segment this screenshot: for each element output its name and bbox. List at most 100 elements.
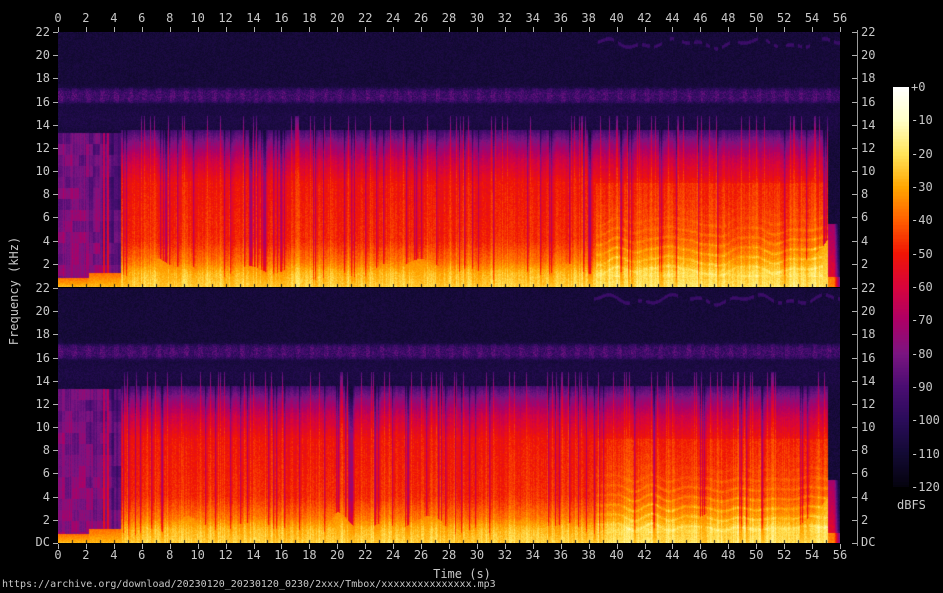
x-tick-label: 44 <box>665 11 680 25</box>
y-tick-label: 6 <box>861 466 869 480</box>
x-tick-label: 14 <box>246 548 261 562</box>
y-tick-label: 10 <box>35 164 50 178</box>
y-tick-label: 16 <box>35 351 50 365</box>
x-tick-label: 26 <box>413 11 429 25</box>
x-tick <box>840 27 841 32</box>
y-tick-label: 6 <box>42 210 50 224</box>
x-tick-label: 42 <box>637 548 652 562</box>
colorbar-tick-label: -60 <box>911 280 933 294</box>
x-tick-label: 32 <box>497 548 513 562</box>
y-tick <box>53 543 58 544</box>
colorbar-tick-label: -50 <box>911 246 933 261</box>
spectrogram-channel-left <box>58 32 840 287</box>
x-tick-label: 34 <box>525 548 541 562</box>
x-tick-label: 38 <box>581 11 596 25</box>
x-tick-label: 26 <box>413 548 429 562</box>
y-tick-label: 8 <box>861 443 869 457</box>
x-tick-label: 12 <box>218 548 233 562</box>
x-tick-label: 10 <box>190 11 205 25</box>
x-tick-label: 22 <box>357 548 373 562</box>
x-tick-label: 24 <box>385 548 401 562</box>
spectrogram-channel-right <box>58 288 840 543</box>
colorbar-tick-label: -120 <box>911 480 940 494</box>
y-tick-label: 18 <box>861 327 876 341</box>
x-tick-label: 40 <box>609 548 624 562</box>
x-tick-label: 32 <box>497 11 513 25</box>
x-tick-label: 34 <box>525 11 541 25</box>
y-tick-label: 14 <box>861 374 876 388</box>
x-tick-label: 36 <box>553 548 568 562</box>
x-tick-label: 2 <box>82 11 90 25</box>
colorbar-tick-label: -40 <box>911 213 933 228</box>
x-tick-label: 40 <box>609 11 624 25</box>
x-tick-label: 18 <box>302 11 317 25</box>
x-tick-label: 48 <box>721 548 736 562</box>
spectrogram-figure: 0 2 4 6 8 10 12 14 16 18 20 22 24 26 28 30 32 34 36 38 40 42 4… <box>0 0 943 593</box>
right-axis-spine <box>857 30 858 546</box>
y-tick-label: 20 <box>861 48 876 62</box>
colorbar-tick-label: -100 <box>911 413 940 428</box>
y-tick-label: 16 <box>861 95 876 109</box>
y-tick-label: 12 <box>861 141 876 155</box>
x-tick-label: 52 <box>776 11 792 25</box>
y-tick-label: 22 <box>861 281 876 295</box>
x-tick-label: 42 <box>637 11 652 25</box>
y-tick-label: 2 <box>42 513 50 527</box>
x-tick-label: 46 <box>693 11 708 25</box>
y-tick-label: 18 <box>861 71 876 85</box>
x-tick-label: 54 <box>804 11 820 25</box>
colorbar-tick-label: -80 <box>911 346 933 361</box>
colorbar-unit-label: dBFS <box>897 498 926 512</box>
y-tick-label: 4 <box>42 490 50 504</box>
x-tick-label: 20 <box>330 11 345 25</box>
x-tick-label: 56 <box>832 548 848 562</box>
y-tick-label: 10 <box>861 420 876 434</box>
y-tick-label: 16 <box>35 95 50 109</box>
y-tick-label: 8 <box>861 187 869 201</box>
x-tick-label: 0 <box>54 548 62 562</box>
colorbar-tick-label: -30 <box>911 180 933 194</box>
x-tick-label: 30 <box>469 548 485 562</box>
y-tick-label: 4 <box>861 234 869 248</box>
y-tick-label: 14 <box>35 118 50 132</box>
x-tick-label: 38 <box>581 548 596 562</box>
frequency-axis-title: Frequency (kHz) <box>7 236 21 346</box>
x-tick-label: 18 <box>302 548 317 562</box>
y-tick-label: 22 <box>861 25 876 39</box>
x-tick-label: 6 <box>138 11 146 25</box>
x-tick-label: 16 <box>274 11 289 25</box>
x-tick-label: 36 <box>553 11 568 25</box>
y-tick-label: 20 <box>861 304 876 318</box>
x-tick-label: 0 <box>54 11 62 25</box>
y-tick-label-dc: DC <box>35 535 50 549</box>
x-tick-label: 54 <box>804 548 820 562</box>
x-tick-label: 46 <box>693 548 708 562</box>
source-url-caption: https://archive.org/download/20230120_20… <box>2 579 496 590</box>
x-tick-label: 14 <box>246 11 261 25</box>
colorbar-tick-label: -90 <box>911 380 933 394</box>
x-tick-label: 8 <box>166 11 174 25</box>
y-tick-label-dc: DC <box>861 535 876 549</box>
x-tick-label: 12 <box>218 11 233 25</box>
colorbar-tick-label: +0 <box>911 80 926 94</box>
x-tick-label: 16 <box>274 548 289 562</box>
y-tick-label: 10 <box>861 164 876 178</box>
x-tick-label: 8 <box>166 548 174 562</box>
colorbar-tick-label: -10 <box>911 113 933 128</box>
colorbar-tick-label: -110 <box>911 446 940 461</box>
colorbar-tick-label: -20 <box>911 146 933 161</box>
x-tick-label: 30 <box>469 11 485 25</box>
y-tick-label: 20 <box>35 48 50 62</box>
x-tick-label: 4 <box>110 548 118 562</box>
colorbar <box>893 87 909 487</box>
y-tick-label: 16 <box>861 351 876 365</box>
y-tick-label: 12 <box>35 397 50 411</box>
x-tick-label: 6 <box>138 548 146 562</box>
x-tick-label: 48 <box>721 11 736 25</box>
x-tick-label: 10 <box>190 548 205 562</box>
y-tick-label: 4 <box>861 490 869 504</box>
x-tick-label: 52 <box>776 548 792 562</box>
y-tick-label: 18 <box>35 71 50 85</box>
y-tick-label: 8 <box>42 187 50 201</box>
x-tick-label: 22 <box>357 11 373 25</box>
